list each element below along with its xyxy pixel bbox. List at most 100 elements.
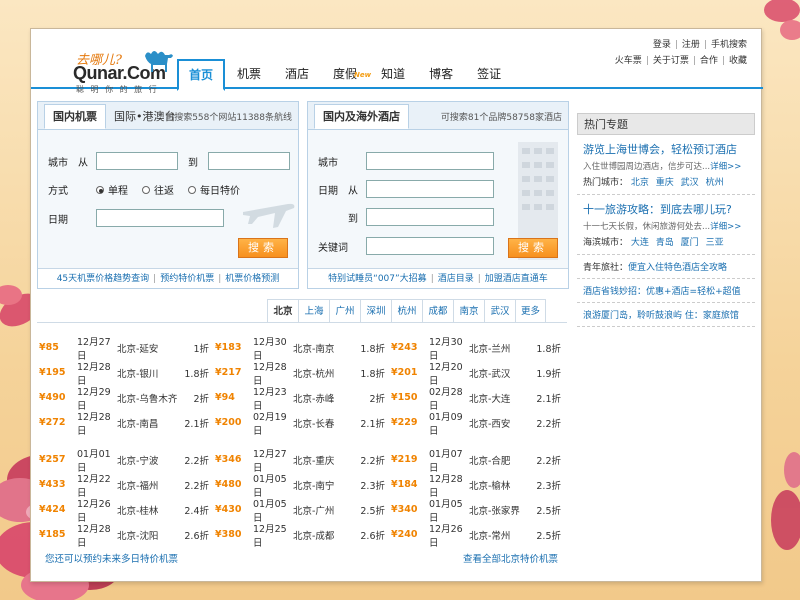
- deal-route[interactable]: 北京-大连: [469, 391, 531, 405]
- deal-route[interactable]: 北京-沈阳: [117, 528, 179, 542]
- deal-route[interactable]: 北京-乌鲁木齐: [117, 391, 179, 405]
- deal-route[interactable]: 北京-福州: [117, 478, 179, 492]
- topic-expo-title[interactable]: 游览上海世博会，轻松预订酒店: [583, 141, 755, 157]
- city-link-beijing[interactable]: 北京: [631, 178, 649, 188]
- deal-item[interactable]: ¥195 12月28日 北京-银川 1.8折: [39, 359, 215, 387]
- deal-route[interactable]: 北京-宁波: [117, 453, 179, 467]
- deal-route[interactable]: 北京-桂林: [117, 503, 179, 517]
- deal-route[interactable]: 北京-武汉: [469, 366, 531, 380]
- topic-holiday-title[interactable]: 十一旅游攻略：到底去哪儿玩?: [583, 201, 755, 217]
- register-link[interactable]: 注册: [682, 40, 700, 50]
- train-ticket-link[interactable]: 火车票: [615, 56, 642, 66]
- reserve-special-link[interactable]: 预约特价机票: [160, 274, 214, 284]
- deal-route[interactable]: 北京-南昌: [117, 416, 179, 430]
- topic-expo-more[interactable]: 详细>>: [710, 162, 741, 172]
- from-city-input[interactable]: [96, 152, 178, 170]
- city-tab-guangzhou[interactable]: 广州: [329, 299, 360, 323]
- logo[interactable]: 去哪儿? Qunar.Com 聪 明 你 的 旅 行: [51, 39, 173, 94]
- city-link-dalian[interactable]: 大连: [631, 238, 649, 248]
- hotel-directory-link[interactable]: 酒店目录: [438, 274, 474, 284]
- deal-route[interactable]: 北京-南京: [293, 341, 355, 355]
- deal-route[interactable]: 北京-赤峰: [293, 391, 355, 405]
- deal-item[interactable]: ¥150 02月28日 北京-大连 2.1折: [391, 384, 567, 412]
- city-tab-wuhan[interactable]: 武汉: [484, 299, 515, 323]
- deal-item[interactable]: ¥340 01月05日 北京-张家界 2.5折: [391, 496, 567, 524]
- tab-hotels[interactable]: 国内及海外酒店: [314, 104, 409, 129]
- deal-item[interactable]: ¥430 01月05日 北京-广州 2.5折: [215, 496, 391, 524]
- deal-item[interactable]: ¥490 12月29日 北京-乌鲁木齐 2折: [39, 384, 215, 412]
- deal-route[interactable]: 北京-长春: [293, 416, 355, 430]
- deal-route[interactable]: 北京-张家界: [469, 503, 531, 517]
- deal-route[interactable]: 北京-合肥: [469, 453, 531, 467]
- topic-holiday-more[interactable]: 详细>>: [710, 222, 741, 232]
- flight-search-button[interactable]: 搜索: [238, 238, 288, 258]
- topic-savings-label[interactable]: 酒店省钱妙招：: [583, 287, 646, 297]
- deal-item[interactable]: ¥257 01月01日 北京-宁波 2.2折: [39, 446, 215, 474]
- city-link-xiamen[interactable]: 厦门: [681, 238, 699, 248]
- city-tab-nanjing[interactable]: 南京: [453, 299, 484, 323]
- deal-item[interactable]: ¥183 12月30日 北京-南京 1.8折: [215, 334, 391, 362]
- city-link-qingdao[interactable]: 青岛: [656, 238, 674, 248]
- nav-hotels[interactable]: 酒店: [273, 59, 321, 89]
- deal-item[interactable]: ¥94 12月23日 北京-赤峰 2折: [215, 384, 391, 412]
- trial-sleeper-link[interactable]: 特别试睡员“007”大招募: [328, 274, 427, 284]
- deal-route[interactable]: 北京-成都: [293, 528, 355, 542]
- deal-route[interactable]: 北京-广州: [293, 503, 355, 517]
- checkin-date-input[interactable]: [366, 180, 494, 198]
- deal-item[interactable]: ¥243 12月30日 北京-兰州 1.8折: [391, 334, 567, 362]
- hotel-search-button[interactable]: 搜索: [508, 238, 558, 258]
- checkout-date-input[interactable]: [366, 208, 494, 226]
- deal-item[interactable]: ¥346 12月27日 北京-重庆 2.2折: [215, 446, 391, 474]
- deal-item[interactable]: ¥85 12月27日 北京-延安 1折: [39, 334, 215, 362]
- deal-route[interactable]: 北京-常州: [469, 528, 531, 542]
- deal-route[interactable]: 北京-西安: [469, 416, 531, 430]
- topic-savings-link[interactable]: 优惠+酒店=轻松+超值: [646, 287, 741, 297]
- hotel-join-link[interactable]: 加盟酒店直通车: [485, 274, 548, 284]
- price-forecast-link[interactable]: 机票价格预测: [225, 274, 279, 284]
- city-link-chongqing[interactable]: 重庆: [656, 178, 674, 188]
- deal-item[interactable]: ¥380 12月25日 北京-成都 2.6折: [215, 521, 391, 549]
- city-tab-shenzhen[interactable]: 深圳: [360, 299, 391, 323]
- nav-zhidao[interactable]: 知道: [369, 59, 417, 89]
- reserve-future-deals-link[interactable]: 您还可以预约未来多日特价机票: [45, 551, 178, 565]
- to-city-input[interactable]: [208, 152, 290, 170]
- roundtrip-radio[interactable]: [142, 185, 150, 194]
- deal-route[interactable]: 北京-榆林: [469, 478, 531, 492]
- deal-route[interactable]: 北京-银川: [117, 366, 179, 380]
- deal-item[interactable]: ¥424 12月26日 北京-桂林 2.4折: [39, 496, 215, 524]
- deal-item[interactable]: ¥480 01月05日 北京-南宁 2.3折: [215, 471, 391, 499]
- flight-date-input[interactable]: [96, 209, 224, 227]
- deal-route[interactable]: 北京-南宁: [293, 478, 355, 492]
- cooperation-link[interactable]: 合作: [700, 56, 718, 66]
- city-link-hangzhou[interactable]: 杭州: [706, 178, 724, 188]
- deal-route[interactable]: 北京-兰州: [469, 341, 531, 355]
- deal-item[interactable]: ¥240 12月26日 北京-常州 2.5折: [391, 521, 567, 549]
- deal-route[interactable]: 北京-延安: [117, 341, 179, 355]
- topic-xiamen-label[interactable]: 浪游厦门岛，: [583, 311, 637, 321]
- topic-xiamen-link[interactable]: 聆听鼓浪屿 住：家庭旅馆: [637, 311, 739, 321]
- topic-hostel-link[interactable]: 便宜入住特色酒店全攻略: [628, 263, 727, 273]
- city-tab-shanghai[interactable]: 上海: [298, 299, 329, 323]
- deal-item[interactable]: ¥185 12月28日 北京-沈阳 2.6折: [39, 521, 215, 549]
- deal-item[interactable]: ¥272 12月28日 北京-南昌 2.1折: [39, 409, 215, 437]
- oneway-radio[interactable]: [96, 185, 104, 194]
- view-all-deals-link[interactable]: 查看全部北京特价机票: [463, 551, 558, 565]
- deal-item[interactable]: ¥200 02月19日 北京-长春 2.1折: [215, 409, 391, 437]
- deal-item[interactable]: ¥229 01月09日 北京-西安 2.2折: [391, 409, 567, 437]
- deal-route[interactable]: 北京-重庆: [293, 453, 355, 467]
- hotel-city-input[interactable]: [366, 152, 494, 170]
- price-trend-link[interactable]: 45天机票价格趋势查询: [57, 274, 149, 284]
- keyword-input[interactable]: [366, 237, 494, 255]
- city-tab-hangzhou[interactable]: 杭州: [391, 299, 422, 323]
- about-booking-link[interactable]: 关于订票: [653, 56, 689, 66]
- deal-item[interactable]: ¥201 12月20日 北京-武汉 1.9折: [391, 359, 567, 387]
- nav-home[interactable]: 首页: [177, 59, 226, 91]
- deal-item[interactable]: ¥184 12月28日 北京-榆林 2.3折: [391, 471, 567, 499]
- city-link-wuhan[interactable]: 武汉: [681, 178, 699, 188]
- deal-route[interactable]: 北京-杭州: [293, 366, 355, 380]
- deal-item[interactable]: ¥217 12月28日 北京-杭州 1.8折: [215, 359, 391, 387]
- deal-item[interactable]: ¥433 12月22日 北京-福州 2.2折: [39, 471, 215, 499]
- nav-visa[interactable]: 签证: [465, 59, 513, 89]
- tab-domestic-flights[interactable]: 国内机票: [44, 104, 106, 129]
- city-tab-beijing[interactable]: 北京: [267, 299, 298, 323]
